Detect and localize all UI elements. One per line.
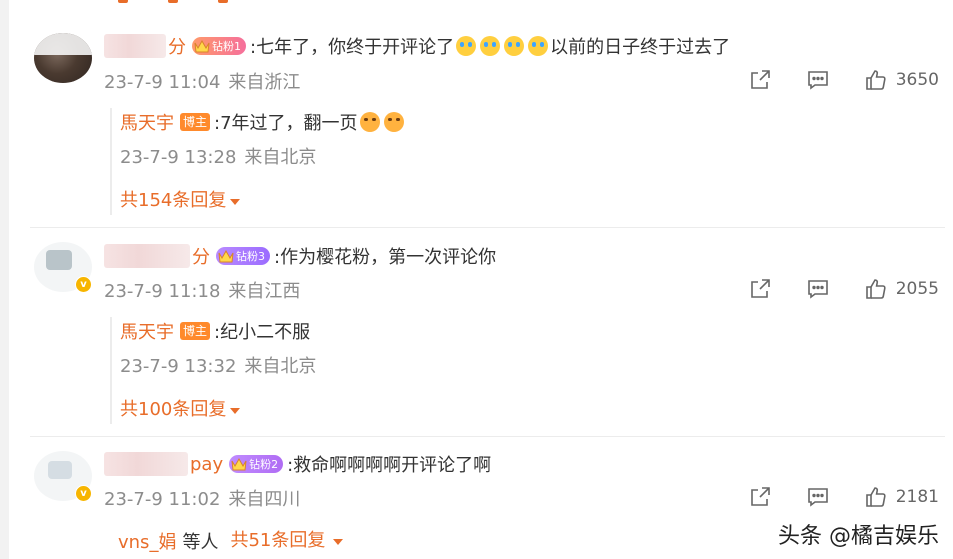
like-count: 3650	[895, 70, 939, 90]
caret-down-icon	[230, 408, 241, 414]
comment-header: pay 钻粉2 :救命啊啊啊啊开评论了啊	[104, 450, 491, 478]
fan-badge-label: 钻粉3	[236, 250, 265, 263]
reply-author[interactable]: 馬天宇	[120, 318, 174, 344]
left-rail	[0, 0, 9, 559]
comment-text-tail: 以前的日子终于过去了	[550, 37, 731, 58]
username[interactable]: 分	[192, 243, 210, 269]
reply-meta: 23-7-9 13:32 来自北京	[120, 353, 953, 381]
comment-actions: 2055	[748, 277, 939, 301]
fan-badge-label: 钻粉1	[212, 40, 241, 53]
comment-icon[interactable]	[806, 277, 830, 301]
username-mask	[104, 244, 190, 268]
cut-off-previous-row	[118, 0, 268, 7]
host-badge: 博主	[180, 113, 211, 131]
crying-emoji-icon	[504, 36, 525, 56]
comment-text: :救命啊啊啊啊开评论了啊	[287, 455, 492, 476]
reply-date: 23-7-9 13:32	[120, 356, 237, 377]
thumb-up-icon[interactable]	[864, 485, 888, 509]
more-replies-link[interactable]: 共100条回复	[120, 396, 241, 424]
like-count: 2055	[895, 279, 939, 299]
comment-icon[interactable]	[806, 485, 830, 509]
username-mask	[104, 452, 188, 476]
share-icon[interactable]	[748, 485, 772, 509]
crying-emoji-icon	[528, 36, 549, 56]
share-icon[interactable]	[748, 277, 772, 301]
more-replies-link[interactable]: 共154条回复	[120, 187, 241, 215]
username[interactable]: pay	[190, 454, 223, 475]
more-replies-link[interactable]: 共51条回复	[230, 527, 344, 555]
reply-summary-row: vns_娟 等人 共51条回复	[118, 527, 344, 555]
host-badge: 博主	[180, 322, 211, 340]
comment-icon[interactable]	[806, 68, 830, 92]
crown-icon	[194, 39, 210, 53]
comment-header: 分 钻粉3 :作为樱花粉，第一次评论你	[104, 242, 496, 270]
comment-text: :七年了，你终于开评论了	[250, 37, 455, 58]
reply-users[interactable]: vns_娟	[118, 528, 176, 554]
comment-date: 23-7-9 11:04	[104, 72, 221, 93]
comment-actions: 2181	[748, 485, 939, 509]
crown-icon	[218, 249, 234, 263]
comment-meta: 23-7-9 11:02 来自四川	[104, 485, 300, 511]
comment-header: 分 钻粉1 :七年了，你终于开评论了 以前的日子终于过去了	[104, 32, 730, 60]
more-replies-label: 共51条回复	[230, 530, 326, 551]
fan-badge-label: 钻粉2	[249, 458, 279, 471]
comment-meta: 23-7-9 11:04 来自浙江	[104, 68, 300, 94]
reply-text: :纪小二不服	[214, 322, 311, 343]
watermark: 头条 @橘吉娱乐	[778, 524, 939, 549]
reply-block: 馬天宇 博主 :7年过了，翻一页 23-7-9 13:28 来自北京 共154条回…	[110, 108, 953, 215]
reply-users-suffix: 等人	[182, 532, 219, 553]
reply-source: 来自北京	[244, 356, 317, 377]
reply-source: 来自北京	[244, 147, 317, 168]
comment-meta: 23-7-9 11:18 来自江西	[104, 277, 300, 303]
reply-author[interactable]: 馬天宇	[120, 109, 174, 135]
crown-icon	[231, 457, 247, 471]
reply-text: :7年过了，翻一页	[214, 113, 358, 134]
avatar[interactable]	[34, 33, 92, 83]
fan-badge: 钻粉3	[216, 247, 270, 265]
comment-date: 23-7-9 11:02	[104, 489, 221, 510]
username[interactable]: 分	[168, 33, 186, 59]
fan-badge: 钻粉2	[229, 455, 284, 473]
caret-down-icon	[333, 539, 344, 545]
username-mask	[104, 34, 166, 58]
v-badge-icon: v	[75, 276, 92, 293]
divider	[30, 436, 945, 437]
crying-emoji-icon	[456, 36, 477, 56]
divider	[30, 227, 945, 228]
thumb-up-icon[interactable]	[864, 68, 888, 92]
reply-meta: 23-7-9 13:28 来自北京	[120, 144, 953, 172]
comment-date: 23-7-9 11:18	[104, 281, 221, 302]
more-replies-label: 共100条回复	[120, 399, 227, 420]
reply-line: 馬天宇 博主 :7年过了，翻一页	[120, 108, 953, 136]
comment-source: 来自江西	[228, 281, 301, 302]
reply-block: 馬天宇 博主 :纪小二不服 23-7-9 13:32 来自北京 共100条回复	[110, 317, 953, 424]
fan-badge: 钻粉1	[192, 37, 246, 55]
comment-source: 来自四川	[228, 489, 301, 510]
reply-date: 23-7-9 13:28	[120, 147, 237, 168]
v-badge-icon: v	[75, 485, 92, 502]
comment-source: 来自浙江	[228, 72, 301, 93]
thumb-up-icon[interactable]	[864, 277, 888, 301]
laugh-emoji-icon	[383, 112, 404, 132]
share-icon[interactable]	[748, 68, 772, 92]
reply-line: 馬天宇 博主 :纪小二不服	[120, 317, 953, 345]
like-count: 2181	[895, 487, 939, 507]
comment-actions: 3650	[748, 68, 939, 92]
laugh-emoji-icon	[359, 112, 380, 132]
comment-text: :作为樱花粉，第一次评论你	[274, 247, 497, 268]
crying-emoji-icon	[480, 36, 501, 56]
caret-down-icon	[230, 199, 241, 205]
more-replies-label: 共154条回复	[120, 190, 227, 211]
